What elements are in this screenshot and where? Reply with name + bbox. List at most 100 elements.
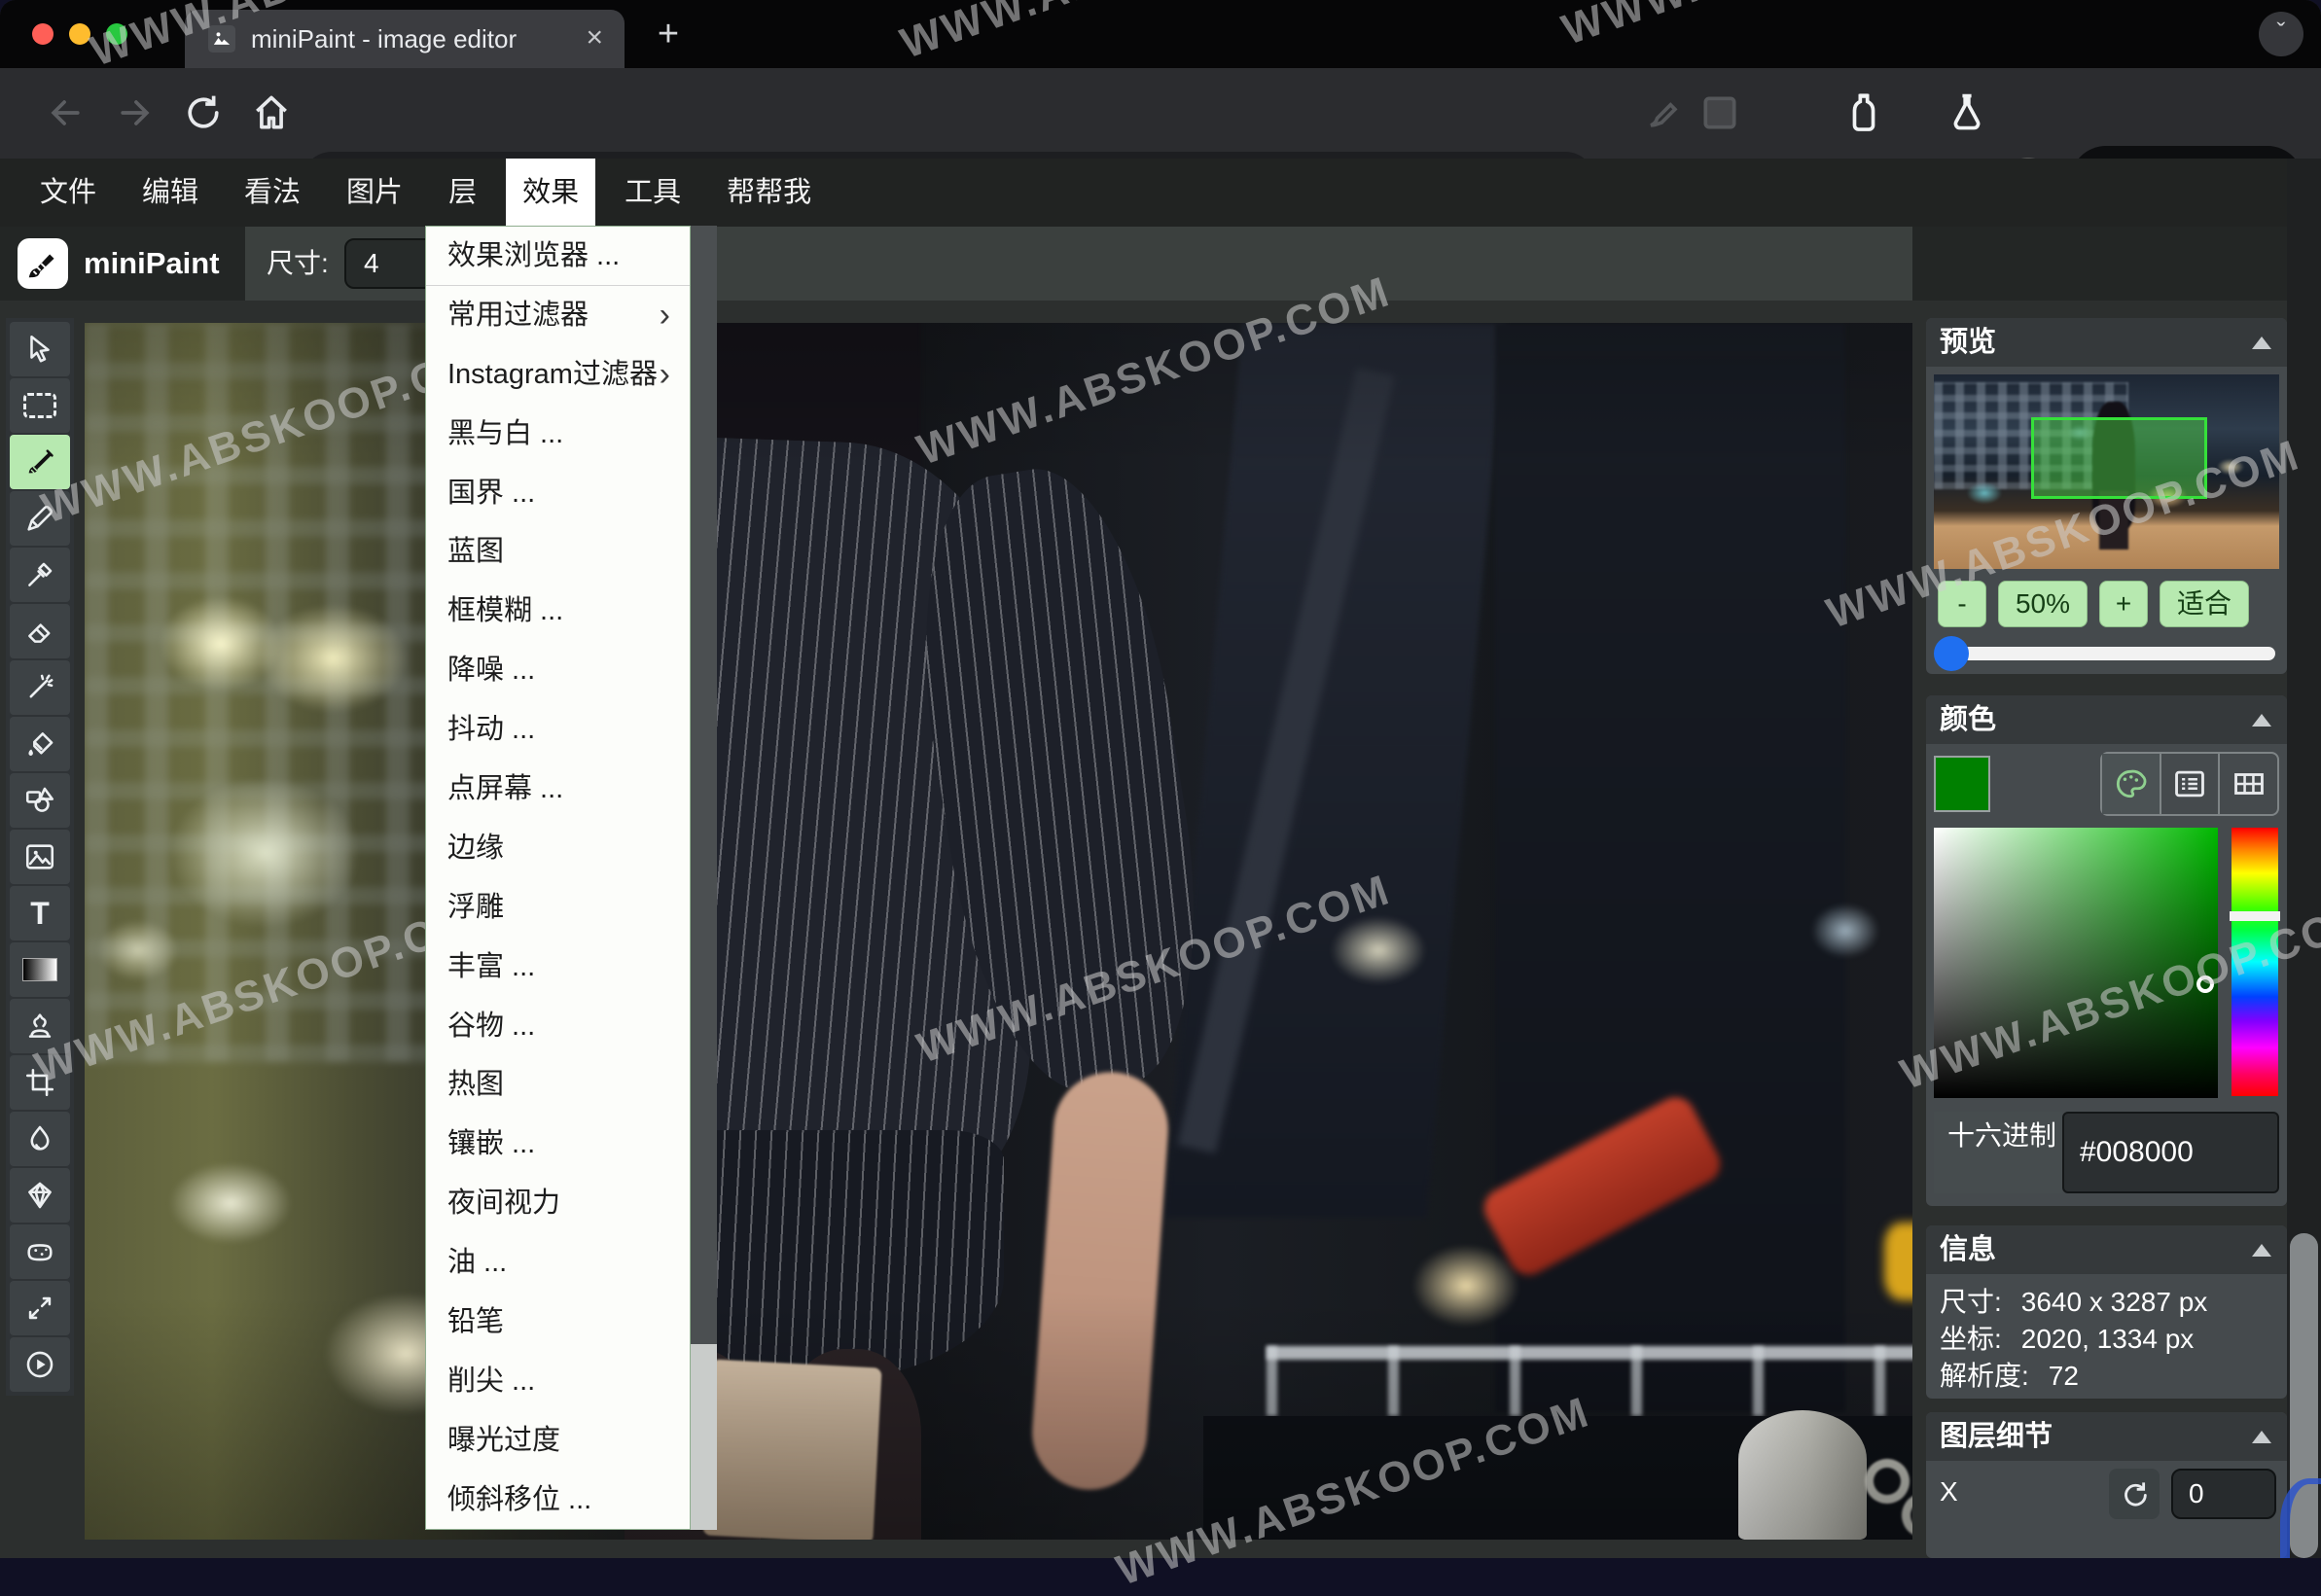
effects-menu-item[interactable]: 镶嵌 ... ›: [426, 1115, 690, 1174]
tool-gradient[interactable]: [10, 942, 70, 997]
tool-text[interactable]: T: [10, 886, 70, 940]
menu-item[interactable]: 文件: [23, 159, 113, 227]
effects-menu-item[interactable]: 丰富 ... ›: [426, 938, 690, 997]
labs-flask-icon[interactable]: [1946, 91, 1988, 134]
hue-marker[interactable]: [2230, 911, 2280, 921]
back-icon[interactable]: [44, 91, 87, 134]
info-row: 解析度:72: [1940, 1358, 2207, 1395]
effects-menu-item[interactable]: 曝光过度 ›: [426, 1411, 690, 1471]
forward-icon[interactable]: [114, 91, 157, 134]
tool-sharpen[interactable]: [10, 1168, 70, 1223]
zoom-slider[interactable]: [1938, 647, 2275, 660]
effects-menu-item[interactable]: 降噪 ... ›: [426, 641, 690, 700]
color-tab-list[interactable]: [2161, 754, 2221, 814]
color-mode-tabs: [2100, 752, 2279, 816]
macos-close-button[interactable]: [32, 23, 54, 45]
effects-menu-item[interactable]: 边缘 ›: [426, 819, 690, 878]
tool-blur[interactable]: [10, 1112, 70, 1166]
effects-menu-item[interactable]: 热图 ›: [426, 1055, 690, 1115]
menu-item[interactable]: 看法: [228, 159, 317, 227]
tool-sponge[interactable]: [10, 1224, 70, 1279]
effects-menu-item[interactable]: 夜间视力 ›: [426, 1174, 690, 1233]
info-panel-header[interactable]: 信息: [1926, 1225, 2287, 1274]
tool-magic-wand[interactable]: [10, 660, 70, 715]
menu-item[interactable]: 效果: [506, 159, 595, 227]
tool-select[interactable]: [10, 322, 70, 376]
layer-details-title: 图层细节: [1940, 1412, 2053, 1461]
dropdown-scrollbar-thumb[interactable]: [691, 226, 717, 1344]
tool-animation[interactable]: [10, 1337, 70, 1392]
color-tab-picker[interactable]: [2102, 754, 2161, 814]
tool-selection[interactable]: [10, 378, 70, 433]
tool-eraser[interactable]: [10, 604, 70, 658]
tab-strip: miniPaint - image editor × + ˇ: [0, 0, 2321, 68]
reload-icon[interactable]: [182, 91, 225, 134]
effects-menu-item[interactable]: 框模糊 ... ›: [426, 582, 690, 641]
effects-menu-item[interactable]: 抖动 ... ›: [426, 700, 690, 760]
effects-menu-item[interactable]: 铅笔 ›: [426, 1293, 690, 1352]
layer-x-label: X: [1940, 1476, 1958, 1507]
reset-x-button[interactable]: [2109, 1469, 2160, 1519]
menu-item[interactable]: 工具: [608, 159, 697, 227]
effects-menu-item[interactable]: 浮雕 ›: [426, 878, 690, 938]
tool-image[interactable]: [10, 830, 70, 884]
effects-menu-item[interactable]: 黑与白 ... ›: [426, 405, 690, 464]
color-title: 颜色: [1940, 695, 1996, 744]
hex-label: 十六进制: [1934, 1112, 2062, 1193]
zoom-slider-thumb[interactable]: [1934, 636, 1969, 671]
text-tool-icon: T: [30, 896, 50, 932]
current-color-swatch[interactable]: [1934, 756, 1990, 812]
tool-eyedropper[interactable]: [10, 548, 70, 602]
collapse-icon[interactable]: [2252, 714, 2271, 727]
browser-toolbar: ps.ittools.cc ☆ Finish update ⋮: [0, 68, 2321, 159]
effects-dropdown: 效果浏览器 ... › 常用过滤器 › Instagram过滤器 ›: [425, 226, 717, 1530]
effects-menu-item[interactable]: 常用过滤器 ›: [426, 286, 690, 345]
effects-menu-item[interactable]: 谷物 ... ›: [426, 997, 690, 1056]
tab-search-chevron-icon[interactable]: ˇ: [2259, 12, 2303, 56]
preview-panel-header[interactable]: 预览: [1926, 318, 2287, 367]
bottle-extension-icon[interactable]: [1842, 91, 1885, 134]
layer-panel-header[interactable]: 图层细节: [1926, 1412, 2287, 1461]
effects-menu-item[interactable]: 国界 ... ›: [426, 464, 690, 523]
tab-close-icon[interactable]: ×: [586, 10, 603, 66]
effects-menu-item[interactable]: 削尖 ... ›: [426, 1352, 690, 1411]
color-tab-grid[interactable]: [2220, 754, 2277, 814]
effects-menu-item[interactable]: Instagram过滤器 ›: [426, 345, 690, 405]
tool-resize[interactable]: [10, 1281, 70, 1335]
menu-item[interactable]: 编辑: [125, 159, 215, 227]
menu-item[interactable]: 帮帮我: [710, 159, 828, 227]
effects-menu-item[interactable]: 倾斜移位 ... ›: [426, 1471, 690, 1530]
tool-fill[interactable]: [10, 717, 70, 771]
collapse-icon[interactable]: [2252, 1244, 2271, 1257]
hex-input[interactable]: [2062, 1112, 2279, 1193]
brand-title: miniPaint: [84, 227, 220, 301]
effects-menu-item[interactable]: 蓝图 ›: [426, 522, 690, 582]
collapse-icon[interactable]: [2252, 1431, 2271, 1443]
effects-menu-item[interactable]: 油 ... ›: [426, 1233, 690, 1293]
menu-item[interactable]: 层: [432, 159, 493, 227]
home-icon[interactable]: [250, 91, 293, 134]
zoom-fit-button[interactable]: 适合: [2160, 581, 2249, 627]
photo-vignette: [85, 323, 1912, 1540]
new-tab-button[interactable]: +: [644, 8, 693, 60]
layer-x-input[interactable]: [2171, 1469, 2276, 1519]
page-scrollbar[interactable]: [2287, 159, 2321, 1558]
menu-item[interactable]: 图片: [330, 159, 419, 227]
info-rows: 尺寸:3640 x 3287 px 坐标:2020, 1334 px 解析度:7…: [1940, 1284, 2207, 1395]
tool-shapes[interactable]: [10, 773, 70, 828]
disabled-extension-icon: [1642, 91, 1685, 134]
selection-rect-icon: [23, 393, 56, 418]
effects-menu-item[interactable]: 效果浏览器 ... ›: [426, 227, 690, 286]
browser-window: miniPaint - image editor × + ˇ ps.ittool…: [0, 0, 2321, 1558]
collapse-icon[interactable]: [2252, 337, 2271, 349]
zoom-value[interactable]: 50%: [1998, 581, 2088, 627]
minipaint-logo-icon: [18, 238, 68, 289]
info-row: 尺寸:3640 x 3287 px: [1940, 1284, 2207, 1321]
tab-title: miniPaint - image editor: [251, 10, 517, 68]
screenshot-root: miniPaint - image editor × + ˇ ps.ittool…: [0, 0, 2321, 1558]
effects-menu-item[interactable]: 点屏幕 ... ›: [426, 760, 690, 819]
dropdown-scrollbar[interactable]: [691, 226, 717, 1530]
image-canvas[interactable]: [85, 323, 1912, 1540]
zoom-in-button[interactable]: +: [2099, 581, 2148, 627]
color-panel-header[interactable]: 颜色: [1926, 695, 2287, 744]
